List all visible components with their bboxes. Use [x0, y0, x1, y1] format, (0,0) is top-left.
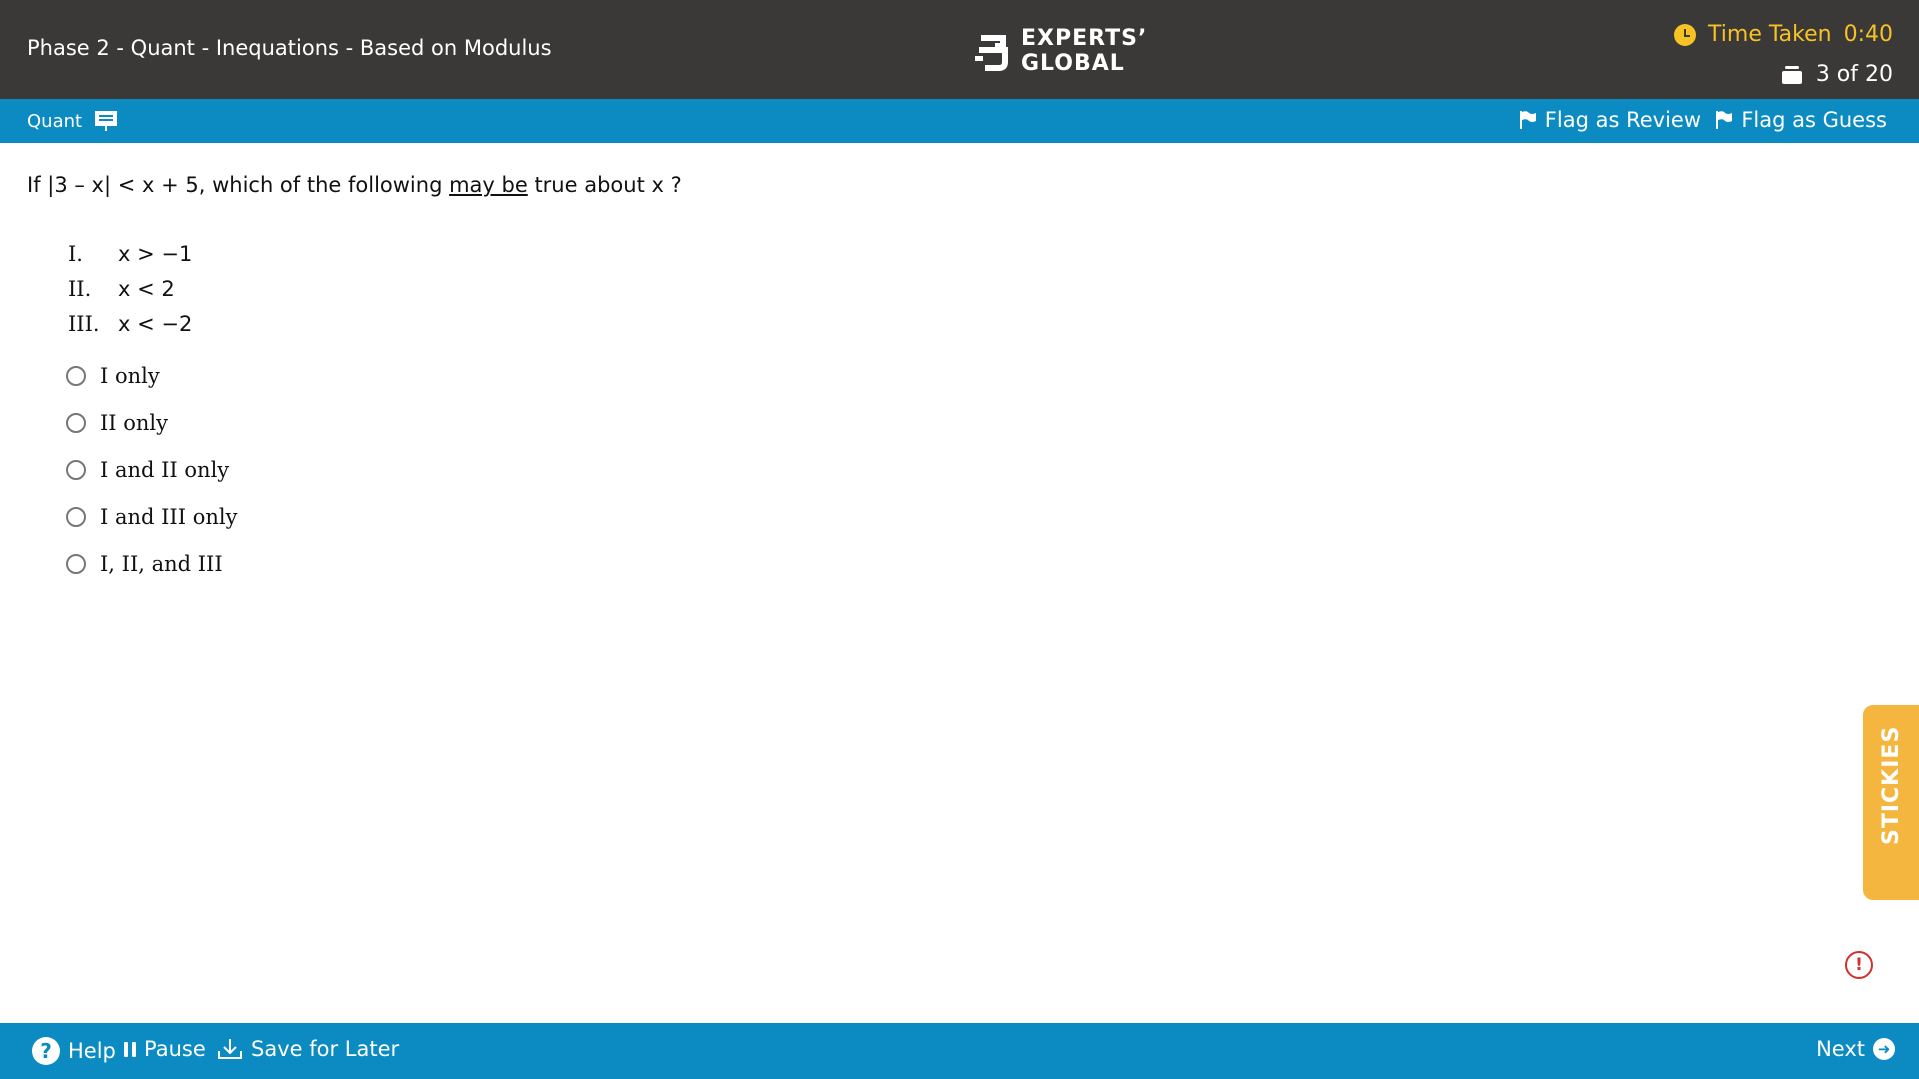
- experts-global-logo: EXPERTS’ GLOBAL: [973, 26, 1147, 76]
- save-label: Save for Later: [251, 1037, 400, 1061]
- logo-mark-icon: [975, 35, 1008, 71]
- time-taken: Time Taken 0:40: [1674, 22, 1893, 47]
- option-label: II only: [100, 411, 169, 435]
- statement-item: III. x < −2: [68, 312, 192, 347]
- statement-item: II. x < 2: [68, 277, 192, 312]
- question-suffix: true about x ?: [527, 173, 682, 197]
- answer-option[interactable]: I and II only: [66, 458, 237, 505]
- statement-number: I.: [68, 242, 83, 266]
- pause-label: Pause: [144, 1037, 206, 1061]
- radio-button[interactable]: [66, 413, 86, 433]
- pause-button[interactable]: Pause: [124, 1037, 206, 1061]
- flag-review-label: Flag as Review: [1544, 108, 1701, 132]
- answer-option[interactable]: I and III only: [66, 505, 237, 552]
- statement-number: II.: [68, 277, 92, 301]
- flag-guess-label: Flag as Guess: [1741, 108, 1887, 132]
- answer-option[interactable]: I, II, and III: [66, 552, 237, 599]
- pause-icon: [124, 1041, 136, 1057]
- timer-value: 0:40: [1843, 22, 1893, 47]
- stickies-label: STICKIES: [1879, 725, 1904, 845]
- flag-icon: [1519, 111, 1536, 129]
- answer-option[interactable]: I only: [66, 364, 237, 411]
- flag-as-guess-button[interactable]: Flag as Guess: [1715, 108, 1887, 132]
- statement-list: I. x > −1 II. x < 2 III. x < −2: [68, 242, 192, 347]
- next-label: Next: [1816, 1037, 1865, 1061]
- question-counter: 3 of 20: [1781, 62, 1893, 87]
- help-button[interactable]: ? Help: [32, 1037, 116, 1065]
- report-error-icon[interactable]: !: [1845, 951, 1873, 979]
- page-title: Phase 2 - Quant - Inequations - Based on…: [27, 36, 552, 60]
- radio-button[interactable]: [66, 460, 86, 480]
- flag-icon: [1716, 111, 1733, 129]
- radio-button[interactable]: [66, 366, 86, 386]
- answer-options: I only II only I and II only I and III o…: [66, 364, 237, 599]
- option-label: I and II only: [100, 458, 230, 482]
- section-label: Quant: [27, 110, 118, 132]
- statement-number: III.: [68, 312, 100, 336]
- radio-button[interactable]: [66, 554, 86, 574]
- counter-text: 3 of 20: [1815, 62, 1893, 87]
- help-icon: ?: [32, 1037, 60, 1065]
- arrow-right-icon: ➜: [1873, 1038, 1895, 1060]
- timer-label: Time Taken: [1708, 22, 1832, 47]
- section-name: Quant: [27, 110, 83, 132]
- clock-icon: [1674, 23, 1697, 46]
- question-prefix: If |3 – x| < x + 5, which of the followi…: [27, 173, 450, 197]
- header-bar: Phase 2 - Quant - Inequations - Based on…: [0, 0, 1919, 99]
- option-label: I, II, and III: [100, 552, 223, 576]
- question-emphasis: may be: [449, 173, 528, 197]
- save-for-later-button[interactable]: Save for Later: [217, 1037, 399, 1061]
- statement-expression: x < −2: [118, 312, 193, 336]
- option-label: I and III only: [100, 505, 238, 529]
- next-button[interactable]: Next ➜: [1816, 1037, 1895, 1061]
- download-icon: [218, 1039, 242, 1059]
- stack-icon: [1781, 65, 1802, 84]
- calculator-board-icon[interactable]: [94, 110, 118, 132]
- statement-item: I. x > −1: [68, 242, 192, 277]
- question-stem: If |3 – x| < x + 5, which of the followi…: [27, 173, 682, 197]
- footer-bar: ? Help Pause Save for Later Next ➜: [0, 1023, 1919, 1079]
- logo-line-2: GLOBAL: [1021, 51, 1125, 76]
- toolbar: Quant Flag as Review Flag as Guess: [0, 99, 1919, 143]
- radio-button[interactable]: [66, 507, 86, 527]
- flag-as-review-button[interactable]: Flag as Review: [1519, 108, 1701, 132]
- stickies-tab[interactable]: STICKIES: [1863, 705, 1919, 900]
- statement-expression: x > −1: [118, 242, 193, 266]
- statement-expression: x < 2: [118, 277, 175, 301]
- help-label: Help: [68, 1039, 116, 1063]
- option-label: I only: [100, 364, 160, 388]
- logo-line-1: EXPERTS’: [1021, 26, 1148, 51]
- answer-option[interactable]: II only: [66, 411, 237, 458]
